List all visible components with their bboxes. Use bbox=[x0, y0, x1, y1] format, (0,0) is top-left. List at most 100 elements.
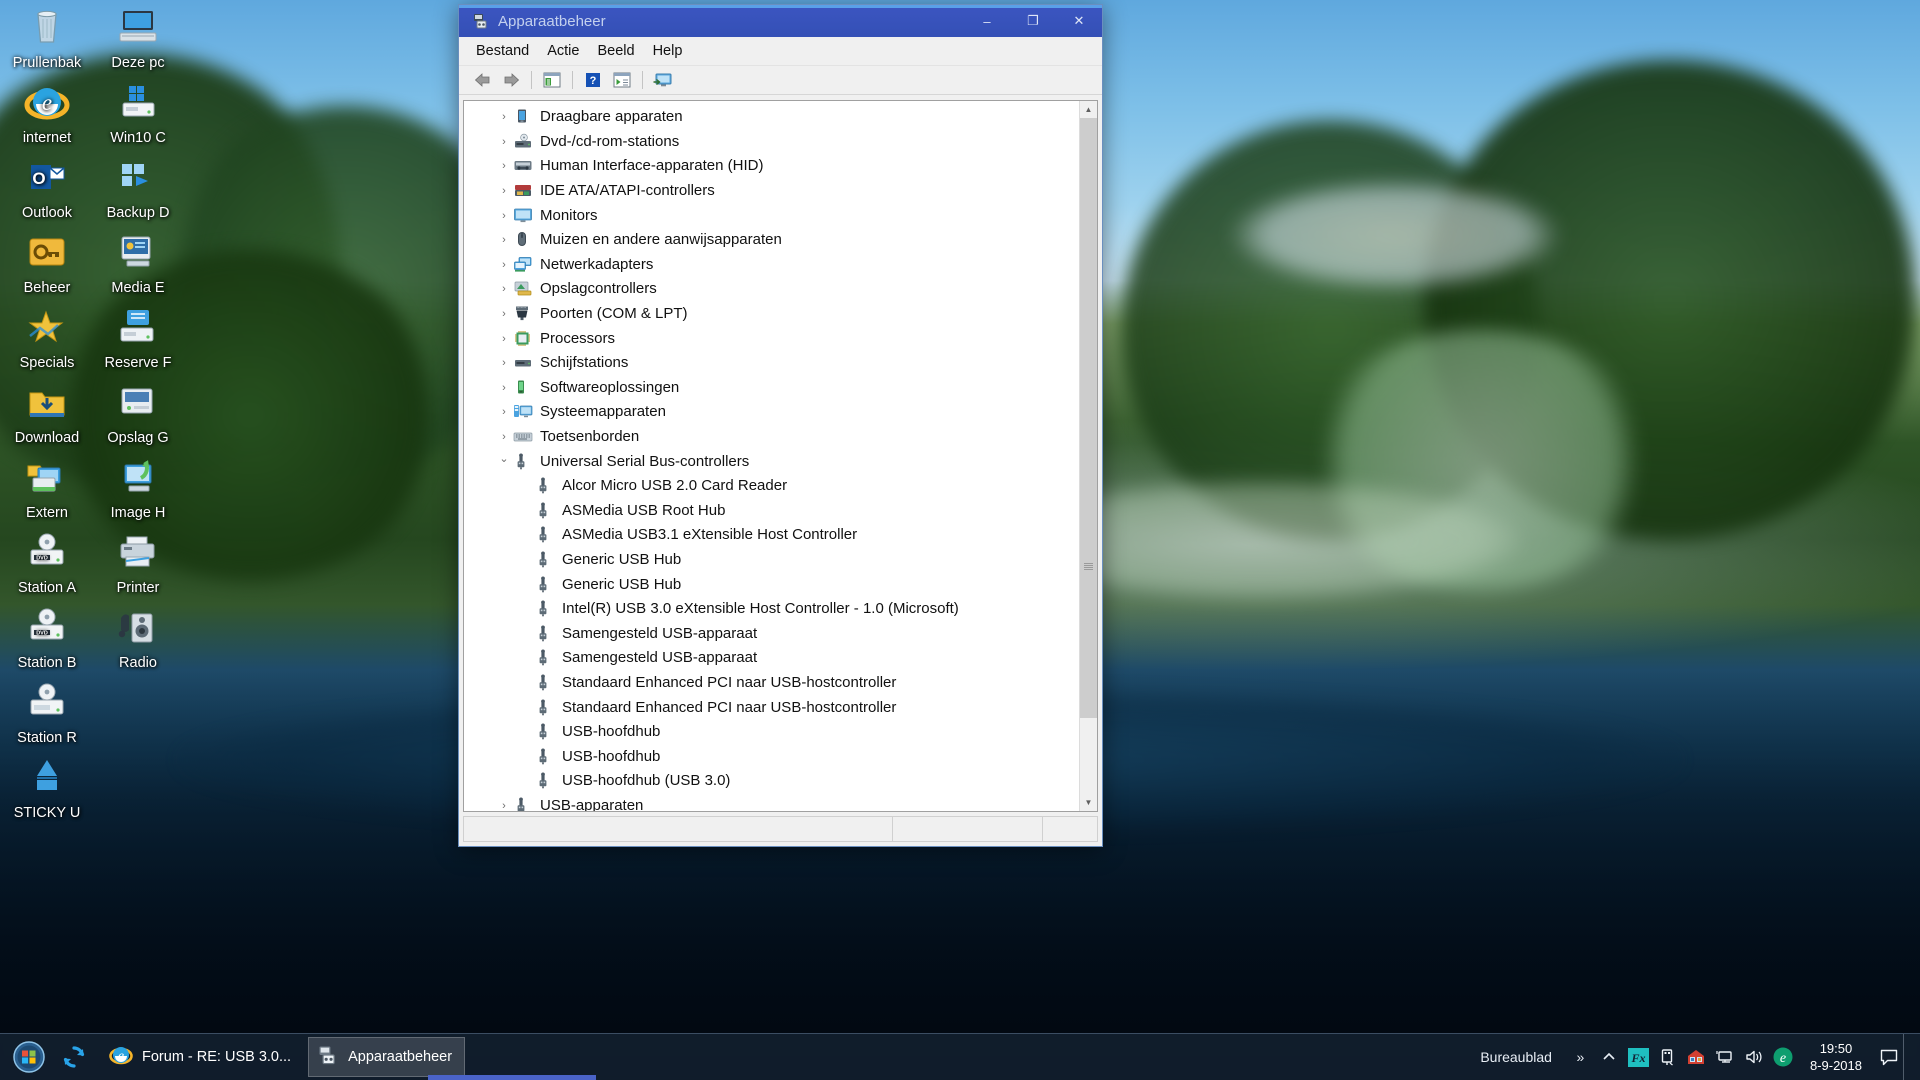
desktop-icon-deze-pc[interactable]: Deze pc bbox=[93, 6, 183, 72]
desktop-icon-station-a[interactable]: DVD Station A bbox=[2, 531, 92, 597]
menu-beeld[interactable]: Beeld bbox=[588, 39, 643, 63]
tray-overflow-chevron-icon[interactable]: » bbox=[1566, 1034, 1595, 1080]
tree-row[interactable]: Samengesteld USB-apparaat bbox=[464, 621, 1079, 646]
tree-row[interactable]: Intel(R) USB 3.0 eXtensible Host Control… bbox=[464, 597, 1079, 622]
desktop-icon-media-e[interactable]: Media E bbox=[93, 231, 183, 297]
safely-remove-hardware-icon[interactable] bbox=[1653, 1034, 1682, 1080]
forward-button[interactable] bbox=[498, 68, 524, 92]
menu-actie[interactable]: Actie bbox=[538, 39, 588, 63]
desktop-icon-station-b[interactable]: DVD Station B bbox=[2, 606, 92, 672]
properties-button[interactable] bbox=[609, 68, 635, 92]
tree-row[interactable]: Softwareoplossingen bbox=[464, 376, 1079, 401]
chevron-right-icon[interactable] bbox=[496, 283, 512, 295]
tree-row[interactable]: Muizen en andere aanwijsapparaten bbox=[464, 228, 1079, 253]
taskbar-task-apparaatbeheer[interactable]: Apparaatbeheer bbox=[308, 1037, 466, 1077]
menu-help[interactable]: Help bbox=[644, 39, 692, 63]
tree-row[interactable]: Human Interface-apparaten (HID) bbox=[464, 154, 1079, 179]
minimize-button[interactable]: – bbox=[964, 5, 1010, 37]
desktop-icon-reserve-f[interactable]: Reserve F bbox=[93, 306, 183, 372]
chevron-right-icon[interactable] bbox=[496, 185, 512, 197]
desktop-icon-prullenbak[interactable]: Prullenbak bbox=[2, 6, 92, 72]
desktop-icon-station-r[interactable]: Station R bbox=[2, 681, 92, 747]
show-desktop-label[interactable]: Bureaublad bbox=[1474, 1049, 1566, 1065]
device-manager-window[interactable]: Apparaatbeheer – ❐ ✕ Bestand Actie Beeld He… bbox=[458, 4, 1103, 847]
chevron-right-icon[interactable] bbox=[496, 111, 512, 123]
tree-row[interactable]: USB-hoofdhub (USB 3.0) bbox=[464, 769, 1079, 794]
scrollbar-thumb[interactable] bbox=[1080, 118, 1097, 718]
tree-row[interactable]: Schijfstations bbox=[464, 351, 1079, 376]
desktop-icon-opslag-g[interactable]: Opslag G bbox=[93, 381, 183, 447]
tree-row[interactable]: Samengesteld USB-apparaat bbox=[464, 646, 1079, 671]
tree-row[interactable]: Standaard Enhanced PCI naar USB-hostcont… bbox=[464, 695, 1079, 720]
start-button[interactable] bbox=[6, 1036, 52, 1078]
volume-icon[interactable] bbox=[1740, 1034, 1769, 1080]
chevron-down-icon[interactable] bbox=[496, 455, 512, 468]
taskbar[interactable]: e Forum - RE: USB 3.0... Apparaatbeheer … bbox=[0, 1033, 1920, 1080]
clock[interactable]: 19:50 8-9-2018 bbox=[1798, 1034, 1874, 1080]
chevron-right-icon[interactable] bbox=[496, 308, 512, 320]
menu-bestand[interactable]: Bestand bbox=[467, 39, 538, 63]
tree-row[interactable]: Poorten (COM & LPT) bbox=[464, 302, 1079, 327]
tree-row[interactable]: Systeemapparaten bbox=[464, 400, 1079, 425]
edge-browser-icon[interactable]: e bbox=[1769, 1034, 1798, 1080]
tree-row[interactable]: USB-apparaten bbox=[464, 794, 1079, 811]
tree-row[interactable]: Toetsenborden bbox=[464, 425, 1079, 450]
tree-row[interactable]: Opslagcontrollers bbox=[464, 277, 1079, 302]
desktop-icon-extern[interactable]: Extern bbox=[2, 456, 92, 522]
chevron-right-icon[interactable] bbox=[496, 210, 512, 222]
help-button[interactable]: ? bbox=[580, 68, 606, 92]
desktop-icon-internet[interactable]: e internet bbox=[2, 81, 92, 147]
hidden-icons-chevron-icon[interactable] bbox=[1595, 1034, 1624, 1080]
show-desktop-button[interactable] bbox=[1903, 1034, 1918, 1080]
chevron-right-icon[interactable] bbox=[496, 234, 512, 246]
scroll-up-arrow[interactable]: ▲ bbox=[1080, 101, 1097, 118]
chevron-right-icon[interactable] bbox=[496, 333, 512, 345]
network-icon[interactable] bbox=[1711, 1034, 1740, 1080]
desktop-icon-win10-c[interactable]: Win10 C bbox=[93, 81, 183, 147]
desktop-icon-printer[interactable]: Printer bbox=[93, 531, 183, 597]
tree-row[interactable]: Processors bbox=[464, 326, 1079, 351]
maximize-button[interactable]: ❐ bbox=[1010, 5, 1056, 37]
window-titlebar[interactable]: Apparaatbeheer – ❐ ✕ bbox=[459, 5, 1102, 37]
desktop-icon-image-h[interactable]: Image H bbox=[93, 456, 183, 522]
chevron-right-icon[interactable] bbox=[496, 382, 512, 394]
tree-row[interactable]: IDE ATA/ATAPI-controllers bbox=[464, 179, 1079, 204]
fx-app-icon[interactable]: Fx bbox=[1624, 1034, 1653, 1080]
desktop-icon-backup-d[interactable]: Backup D bbox=[93, 156, 183, 222]
desktop-icon-outlook[interactable]: O Outlook bbox=[2, 156, 92, 222]
desktop-icon-radio[interactable]: Radio bbox=[93, 606, 183, 672]
tree-row[interactable]: Standaard Enhanced PCI naar USB-hostcont… bbox=[464, 671, 1079, 696]
chevron-right-icon[interactable] bbox=[496, 136, 512, 148]
tree-row[interactable]: Generic USB Hub bbox=[464, 548, 1079, 573]
desktop-icon-download[interactable]: Download bbox=[2, 381, 92, 447]
tree-row[interactable]: USB-hoofdhub bbox=[464, 720, 1079, 745]
desktop-icon-specials[interactable]: Specials bbox=[2, 306, 92, 372]
scroll-down-arrow[interactable]: ▼ bbox=[1080, 794, 1097, 811]
chevron-right-icon[interactable] bbox=[496, 357, 512, 369]
show-hide-console-tree-button[interactable] bbox=[539, 68, 565, 92]
security-alert-icon[interactable] bbox=[1682, 1034, 1711, 1080]
tree-row[interactable]: ASMedia USB3.1 eXtensible Host Controlle… bbox=[464, 523, 1079, 548]
chevron-right-icon[interactable] bbox=[496, 800, 512, 811]
tree-row[interactable]: Generic USB Hub bbox=[464, 572, 1079, 597]
close-button[interactable]: ✕ bbox=[1056, 5, 1102, 37]
tree-scrollbar[interactable]: ▲ ▼ bbox=[1079, 101, 1097, 811]
desktop-icon-sticky-u[interactable]: STICKY U bbox=[2, 756, 92, 822]
tree-row[interactable]: Dvd-/cd-rom-stations bbox=[464, 130, 1079, 155]
tree-row[interactable]: USB-hoofdhub bbox=[464, 744, 1079, 769]
tree-row[interactable]: Netwerkadapters bbox=[464, 253, 1079, 278]
chevron-right-icon[interactable] bbox=[496, 431, 512, 443]
refresh-sync-icon[interactable] bbox=[52, 1036, 96, 1078]
tree-row[interactable]: Alcor Micro USB 2.0 Card Reader bbox=[464, 474, 1079, 499]
tree-row[interactable]: Universal Serial Bus-controllers bbox=[464, 449, 1079, 474]
tree-row[interactable]: Monitors bbox=[464, 203, 1079, 228]
action-center-icon[interactable] bbox=[1874, 1034, 1903, 1080]
chevron-right-icon[interactable] bbox=[496, 259, 512, 271]
back-button[interactable] bbox=[469, 68, 495, 92]
tree-row[interactable]: Draagbare apparaten bbox=[464, 105, 1079, 130]
desktop-icon-beheer[interactable]: Beheer bbox=[2, 231, 92, 297]
chevron-right-icon[interactable] bbox=[496, 160, 512, 172]
chevron-right-icon[interactable] bbox=[496, 406, 512, 418]
tree-row[interactable]: ASMedia USB Root Hub bbox=[464, 499, 1079, 524]
taskbar-task-forum[interactable]: e Forum - RE: USB 3.0... bbox=[100, 1037, 304, 1077]
